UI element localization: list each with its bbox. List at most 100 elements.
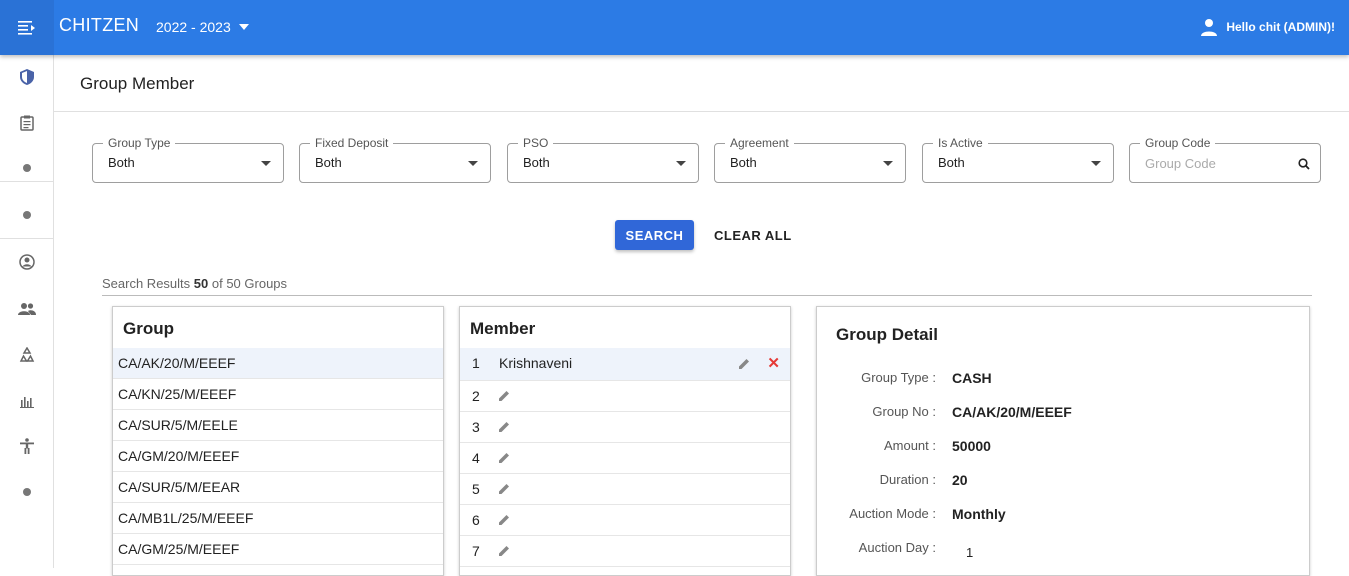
group-list-item[interactable]: CA/MB1L/25/M/EEEF — [113, 503, 443, 534]
sidebar-item-dot-1[interactable] — [0, 148, 54, 188]
user-icon — [1201, 19, 1218, 36]
sidebar-item-security[interactable] — [0, 57, 54, 97]
member-number: 6 — [472, 512, 480, 528]
group-code: CA/GM/25/M/EEEF — [118, 541, 240, 557]
group-code: CA/KN/25/M/EEEF — [118, 386, 237, 402]
sidebar-item-account[interactable] — [0, 242, 54, 282]
pso-select[interactable]: PSO Both — [507, 136, 699, 183]
sidebar-divider — [0, 238, 54, 239]
clipboard-icon — [20, 115, 34, 131]
sidebar-item-accessibility[interactable] — [0, 426, 54, 466]
sidebar-item-recycle[interactable] — [0, 335, 54, 375]
account-circle-icon — [19, 254, 35, 270]
caret-down-icon — [261, 161, 271, 166]
caret-down-icon — [883, 161, 893, 166]
brand-logo[interactable]: CHITZEN — [59, 15, 139, 36]
remove-member-button[interactable]: ✕ — [767, 354, 780, 372]
group-code-label: Group Code — [1140, 136, 1216, 150]
member-number: 4 — [472, 450, 480, 466]
is-active-select[interactable]: Is Active Both — [922, 136, 1114, 183]
edit-icon[interactable] — [499, 421, 510, 432]
sidebar-item-dot-3[interactable] — [0, 472, 54, 512]
member-number: 2 — [472, 388, 480, 404]
member-list-item[interactable]: 7 — [460, 536, 790, 567]
search-results-summary: Search Results 50 of 50 Groups — [102, 276, 1312, 296]
is-active-value: Both — [938, 155, 965, 170]
search-icon[interactable] — [1298, 158, 1310, 170]
edit-icon[interactable] — [499, 390, 510, 401]
detail-label: Duration : — [879, 472, 936, 487]
member-list-item[interactable]: 3 — [460, 412, 790, 443]
group-list-item[interactable]: CA/SUR/5/M/EEAR — [113, 472, 443, 503]
group-code: CA/MB1L/25/M/EEEF — [118, 510, 254, 526]
member-list-item[interactable]: 6 — [460, 505, 790, 536]
accessibility-icon — [20, 438, 34, 454]
group-code: CA/SUR/5/M/EELE — [118, 417, 238, 433]
bar-chart-icon — [20, 397, 34, 408]
edit-icon[interactable] — [499, 545, 510, 556]
sidebar-divider — [0, 181, 54, 182]
edit-icon[interactable] — [499, 514, 510, 525]
group-type-label: Group Type — [103, 136, 176, 150]
detail-label: Group Type : — [861, 370, 936, 385]
shield-icon — [20, 69, 34, 85]
search-button[interactable]: SEARCH — [615, 220, 694, 250]
detail-value: CASH — [952, 370, 992, 386]
member-panel-title: Member — [470, 319, 536, 338]
caret-down-icon — [468, 161, 478, 166]
sidebar-item-reports[interactable] — [0, 103, 54, 143]
detail-label: Auction Day : — [858, 540, 936, 555]
menu-icon — [18, 20, 35, 35]
member-number: 5 — [472, 481, 480, 497]
page-title: Group Member — [80, 74, 195, 93]
sidebar-item-analytics[interactable] — [0, 381, 54, 421]
group-list-item[interactable]: CA/KN/25/M/EEEF — [113, 379, 443, 410]
group-list-item[interactable]: CA/AK/20/M/EEEF — [113, 348, 443, 379]
edit-icon[interactable] — [499, 452, 510, 463]
group-type-select[interactable]: Group Type Both — [92, 136, 284, 183]
member-number: 3 — [472, 419, 480, 435]
group-code: CA/GM/20/M/EEEF — [118, 448, 240, 464]
member-list-item[interactable]: 5 — [460, 474, 790, 505]
member-list-item[interactable]: 1 Krishnaveni ✕ — [460, 348, 790, 381]
detail-label: Auction Mode : — [849, 506, 936, 521]
member-list-item[interactable]: 2 — [460, 381, 790, 412]
group-icon — [18, 303, 36, 315]
sidebar-item-dot-2[interactable] — [0, 195, 54, 235]
results-prefix: Search Results — [102, 276, 191, 291]
detail-row-amount: Amount : 50000 — [817, 438, 1309, 458]
recycle-icon — [19, 347, 35, 362]
edit-icon[interactable] — [499, 483, 510, 494]
dot-icon — [23, 211, 31, 219]
sidebar-item-members[interactable] — [0, 289, 54, 329]
group-list-item[interactable]: CA/GM/25/M/EEEF — [113, 534, 443, 565]
year-selector[interactable]: 2022 - 2023 — [156, 19, 249, 35]
fixed-deposit-label: Fixed Deposit — [310, 136, 394, 150]
results-count: 50 — [193, 276, 209, 291]
group-detail-title: Group Detail — [836, 325, 939, 344]
group-code-input[interactable] — [1145, 156, 1285, 171]
user-menu[interactable]: Hello chit (ADMIN)! — [1200, 18, 1335, 36]
group-code: CA/SUR/5/M/EEAR — [118, 479, 241, 495]
caret-down-icon — [676, 161, 686, 166]
caret-down-icon — [238, 24, 249, 30]
detail-value: Monthly — [952, 506, 1006, 522]
edit-icon[interactable] — [739, 358, 750, 369]
user-greeting: Hello chit (ADMIN)! — [1226, 20, 1335, 34]
member-number: 7 — [472, 543, 480, 559]
fixed-deposit-select[interactable]: Fixed Deposit Both — [299, 136, 491, 183]
agreement-select[interactable]: Agreement Both — [714, 136, 906, 183]
clear-all-button[interactable]: CLEAR ALL — [706, 220, 800, 250]
dot-icon — [23, 164, 31, 172]
group-type-value: Both — [108, 155, 135, 170]
group-code-field[interactable]: Group Code — [1129, 136, 1321, 183]
member-list-item[interactable]: 4 — [460, 443, 790, 474]
group-list-item[interactable]: CA/SUR/5/M/EELE — [113, 410, 443, 441]
member-panel: Member 1 Krishnaveni ✕ 2 3 4 5 6 7 — [459, 306, 791, 576]
group-panel: Group CA/AK/20/M/EEEF CA/KN/25/M/EEEF CA… — [112, 306, 444, 576]
sidebar — [0, 55, 54, 568]
menu-toggle-button[interactable] — [0, 0, 54, 55]
detail-value: 50000 — [952, 438, 991, 454]
group-list-item[interactable]: CA/GM/20/M/EEEF — [113, 441, 443, 472]
member-name: Krishnaveni — [499, 355, 573, 371]
